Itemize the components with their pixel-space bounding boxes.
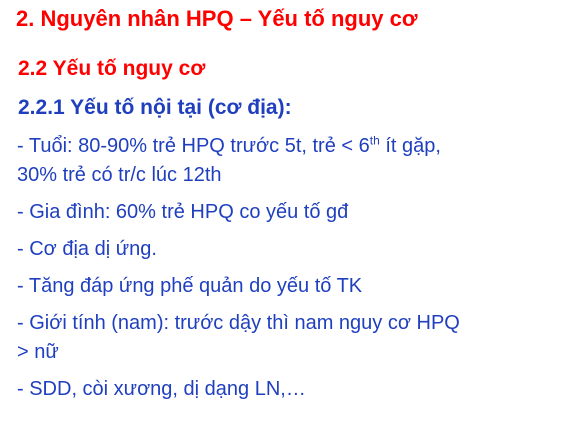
bullet-age-superscript: th — [369, 133, 380, 148]
bullet-hyperresponsive: - Tăng đáp ứng phế quản do yếu tố TK — [17, 275, 363, 297]
bullet-age-line-2: 30% trẻ có tr/c lúc 12th — [17, 164, 222, 186]
bullet-malnutrition: - SDD, còi xương, dị dạng LN,… — [17, 378, 306, 400]
subsection-heading: 2.2.1 Yếu tố nội tại (cơ địa): — [18, 96, 292, 119]
section-heading: 2.2 Yếu tố nguy cơ — [18, 57, 206, 80]
bullet-family: - Gia đình: 60% trẻ HPQ co yếu tố gđ — [17, 201, 349, 223]
bullet-sex: - Giới tính (nam): trước dậy thì nam ngu… — [17, 309, 565, 367]
bullet-atopy: - Cơ địa dị ứng. — [17, 238, 157, 260]
slide-title: 2. Nguyên nhân HPQ – Yếu tố nguy cơ — [16, 6, 418, 31]
bullet-age: - Tuổi: 80-90% trẻ HPQ trước 5t, trẻ < 6… — [17, 132, 565, 190]
bullet-age-line-1: - Tuổi: 80-90% trẻ HPQ trước 5t, trẻ < 6… — [17, 132, 565, 161]
bullet-sex-line-1: - Giới tính (nam): trước dậy thì nam ngu… — [17, 312, 460, 334]
bullet-age-text: - Tuổi: 80-90% trẻ HPQ trước 5t, trẻ < 6 — [17, 135, 370, 157]
bullet-age-text-end: ít gặp, — [379, 135, 441, 157]
slide: 2. Nguyên nhân HPQ – Yếu tố nguy cơ 2.2 … — [0, 0, 571, 435]
bullet-list: - Tuổi: 80-90% trẻ HPQ trước 5t, trẻ < 6… — [17, 132, 565, 412]
bullet-sex-line-2: > nữ — [17, 341, 59, 363]
